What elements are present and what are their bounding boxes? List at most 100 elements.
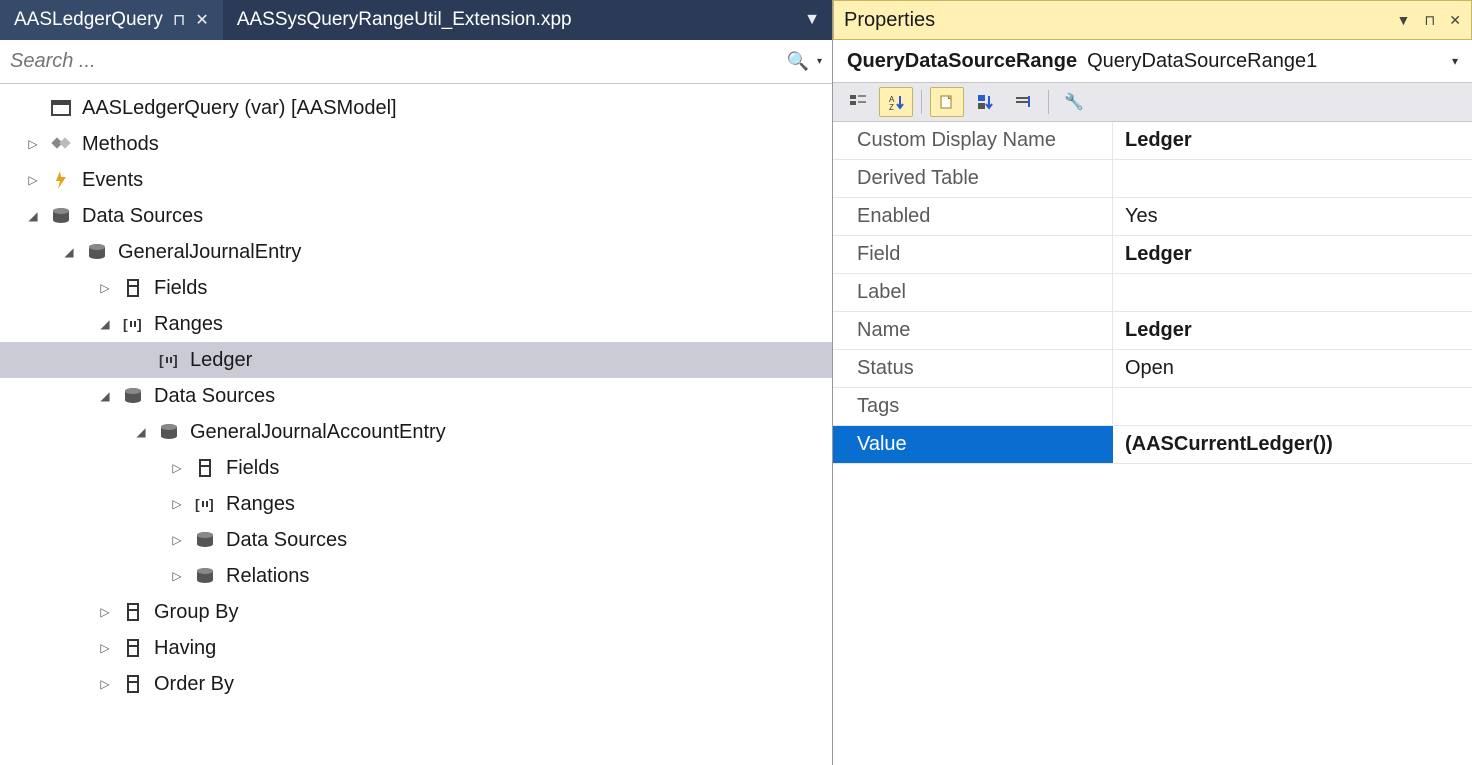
tab-overflow-dropdown[interactable]: ▼ [792,0,832,40]
property-row[interactable]: NameLedger [833,312,1472,350]
expander-icon[interactable]: ◢ [96,389,114,403]
events-button[interactable] [1006,87,1040,117]
tree-node[interactable]: ▷Group By [0,594,832,630]
close-icon[interactable]: ✕ [195,10,208,30]
search-icon[interactable]: 🔍 [787,51,809,72]
property-row[interactable]: EnabledYes [833,198,1472,236]
tree-node[interactable]: ◢ [] Ranges [0,306,832,342]
tree-node[interactable]: ◢GeneralJournalEntry [0,234,832,270]
expander-icon[interactable]: ▷ [96,641,114,655]
expander-icon[interactable]: ▷ [168,497,186,511]
property-row[interactable]: FieldLedger [833,236,1472,274]
categorized-button[interactable] [841,87,875,117]
property-name: Custom Display Name [833,122,1113,159]
property-value[interactable]: Ledger [1113,312,1472,349]
tree-node[interactable]: ◢ Data Sources [0,198,832,234]
changed-props-button[interactable] [930,87,964,117]
range-icon: [] [156,349,182,371]
tree-node[interactable]: ▷ Events [0,162,832,198]
properties-header: Properties ▼ ⊓ ✕ [833,0,1472,40]
expander-icon[interactable]: ▷ [24,173,42,187]
tree-node[interactable]: ▷Order By [0,666,832,702]
tree-node[interactable]: ▷ [] Ranges [0,486,832,522]
panel-pin-icon[interactable]: ⊓ [1424,12,1435,29]
expander-icon[interactable]: ◢ [60,245,78,259]
property-value[interactable] [1113,160,1472,197]
expander-icon[interactable]: ◢ [96,317,114,331]
tree-node-label: Ranges [154,313,223,336]
tab-aasledgerquery[interactable]: AASLedgerQuery ⊓ ✕ [0,0,223,40]
search-input[interactable] [10,50,779,73]
methods-icon [48,133,74,155]
panel-dropdown-icon[interactable]: ▼ [1396,12,1410,28]
property-grid[interactable]: Custom Display NameLedgerDerived TableEn… [833,122,1472,765]
svg-text:[: [ [159,352,164,368]
svg-text:]: ] [209,496,214,512]
expander-icon[interactable]: ▷ [168,569,186,583]
property-name: Value [833,426,1113,463]
db-icon [192,529,218,551]
property-value[interactable]: Ledger [1113,122,1472,159]
property-row[interactable]: Derived Table [833,160,1472,198]
expander-icon[interactable]: ▷ [96,605,114,619]
tab-label: AASLedgerQuery [14,9,163,31]
designer-tree[interactable]: AASLedgerQuery (var) [AASModel]▷Methods▷… [0,84,832,765]
selected-object-row[interactable]: QueryDataSourceRange QueryDataSourceRang… [833,40,1472,82]
tree-node-label: Data Sources [226,529,347,552]
tree-node[interactable]: ▷ Fields [0,270,832,306]
tree-node[interactable]: ▷Methods [0,126,832,162]
tree-node[interactable]: []Ledger [0,342,832,378]
tree-node[interactable]: AASLedgerQuery (var) [AASModel] [0,90,832,126]
range-icon: [] [120,313,146,335]
property-page-button[interactable] [968,87,1002,117]
property-value[interactable] [1113,388,1472,425]
pin-icon[interactable]: ⊓ [173,10,185,30]
property-value[interactable] [1113,274,1472,311]
tree-node[interactable]: ▷ Relations [0,558,832,594]
property-value[interactable]: (AASCurrentLedger()) [1113,426,1472,463]
property-row[interactable]: StatusOpen [833,350,1472,388]
tree-node-label: Fields [154,277,207,300]
alphabetical-button[interactable]: AZ [879,87,913,117]
search-row: 🔍 ▾ [0,40,832,84]
tree-node[interactable]: ◢ GeneralJournalAccountEntry [0,414,832,450]
property-value[interactable]: Open [1113,350,1472,387]
object-dropdown-icon[interactable]: ▾ [1452,54,1458,68]
tree-node-label: Events [82,169,143,192]
properties-toolbar: AZ 🔧 [833,82,1472,122]
expander-icon[interactable]: ▷ [96,281,114,295]
tree-node[interactable]: ◢Data Sources [0,378,832,414]
property-name: Enabled [833,198,1113,235]
expander-icon[interactable]: ▷ [168,461,186,475]
event-icon [48,169,74,191]
properties-panel: Properties ▼ ⊓ ✕ QueryDataSourceRange Qu… [833,0,1472,765]
tree-node[interactable]: ▷ Data Sources [0,522,832,558]
field-icon [120,277,146,299]
expander-icon[interactable]: ◢ [132,425,150,439]
expander-icon[interactable]: ▷ [96,677,114,691]
property-row[interactable]: Custom Display NameLedger [833,122,1472,160]
range-icon: [] [192,493,218,515]
wrench-button[interactable]: 🔧 [1057,87,1091,117]
tree-node-label: Ranges [226,493,295,516]
panel-close-icon[interactable]: ✕ [1449,12,1461,29]
svg-text:[: [ [123,316,128,332]
expander-icon[interactable]: ◢ [24,209,42,223]
expander-icon[interactable]: ▷ [168,533,186,547]
tree-node-label: Relations [226,565,309,588]
toolbar-separator [1048,90,1049,114]
property-row[interactable]: Label [833,274,1472,312]
property-value[interactable]: Yes [1113,198,1472,235]
property-row[interactable]: Tags [833,388,1472,426]
tree-node[interactable]: ▷ Fields [0,450,832,486]
expander-icon[interactable]: ▷ [24,137,42,151]
property-row[interactable]: Value(AASCurrentLedger()) [833,426,1472,464]
tree-node-label: GeneralJournalAccountEntry [190,421,446,444]
tab-extension-file[interactable]: AASSysQueryRangeUtil_Extension.xpp [223,0,586,40]
tree-node[interactable]: ▷Having [0,630,832,666]
tree-node-label: Data Sources [82,205,203,228]
search-options-dropdown[interactable]: ▾ [817,56,822,67]
db-icon [84,241,110,263]
tree-node-label: Fields [226,457,279,480]
property-value[interactable]: Ledger [1113,236,1472,273]
